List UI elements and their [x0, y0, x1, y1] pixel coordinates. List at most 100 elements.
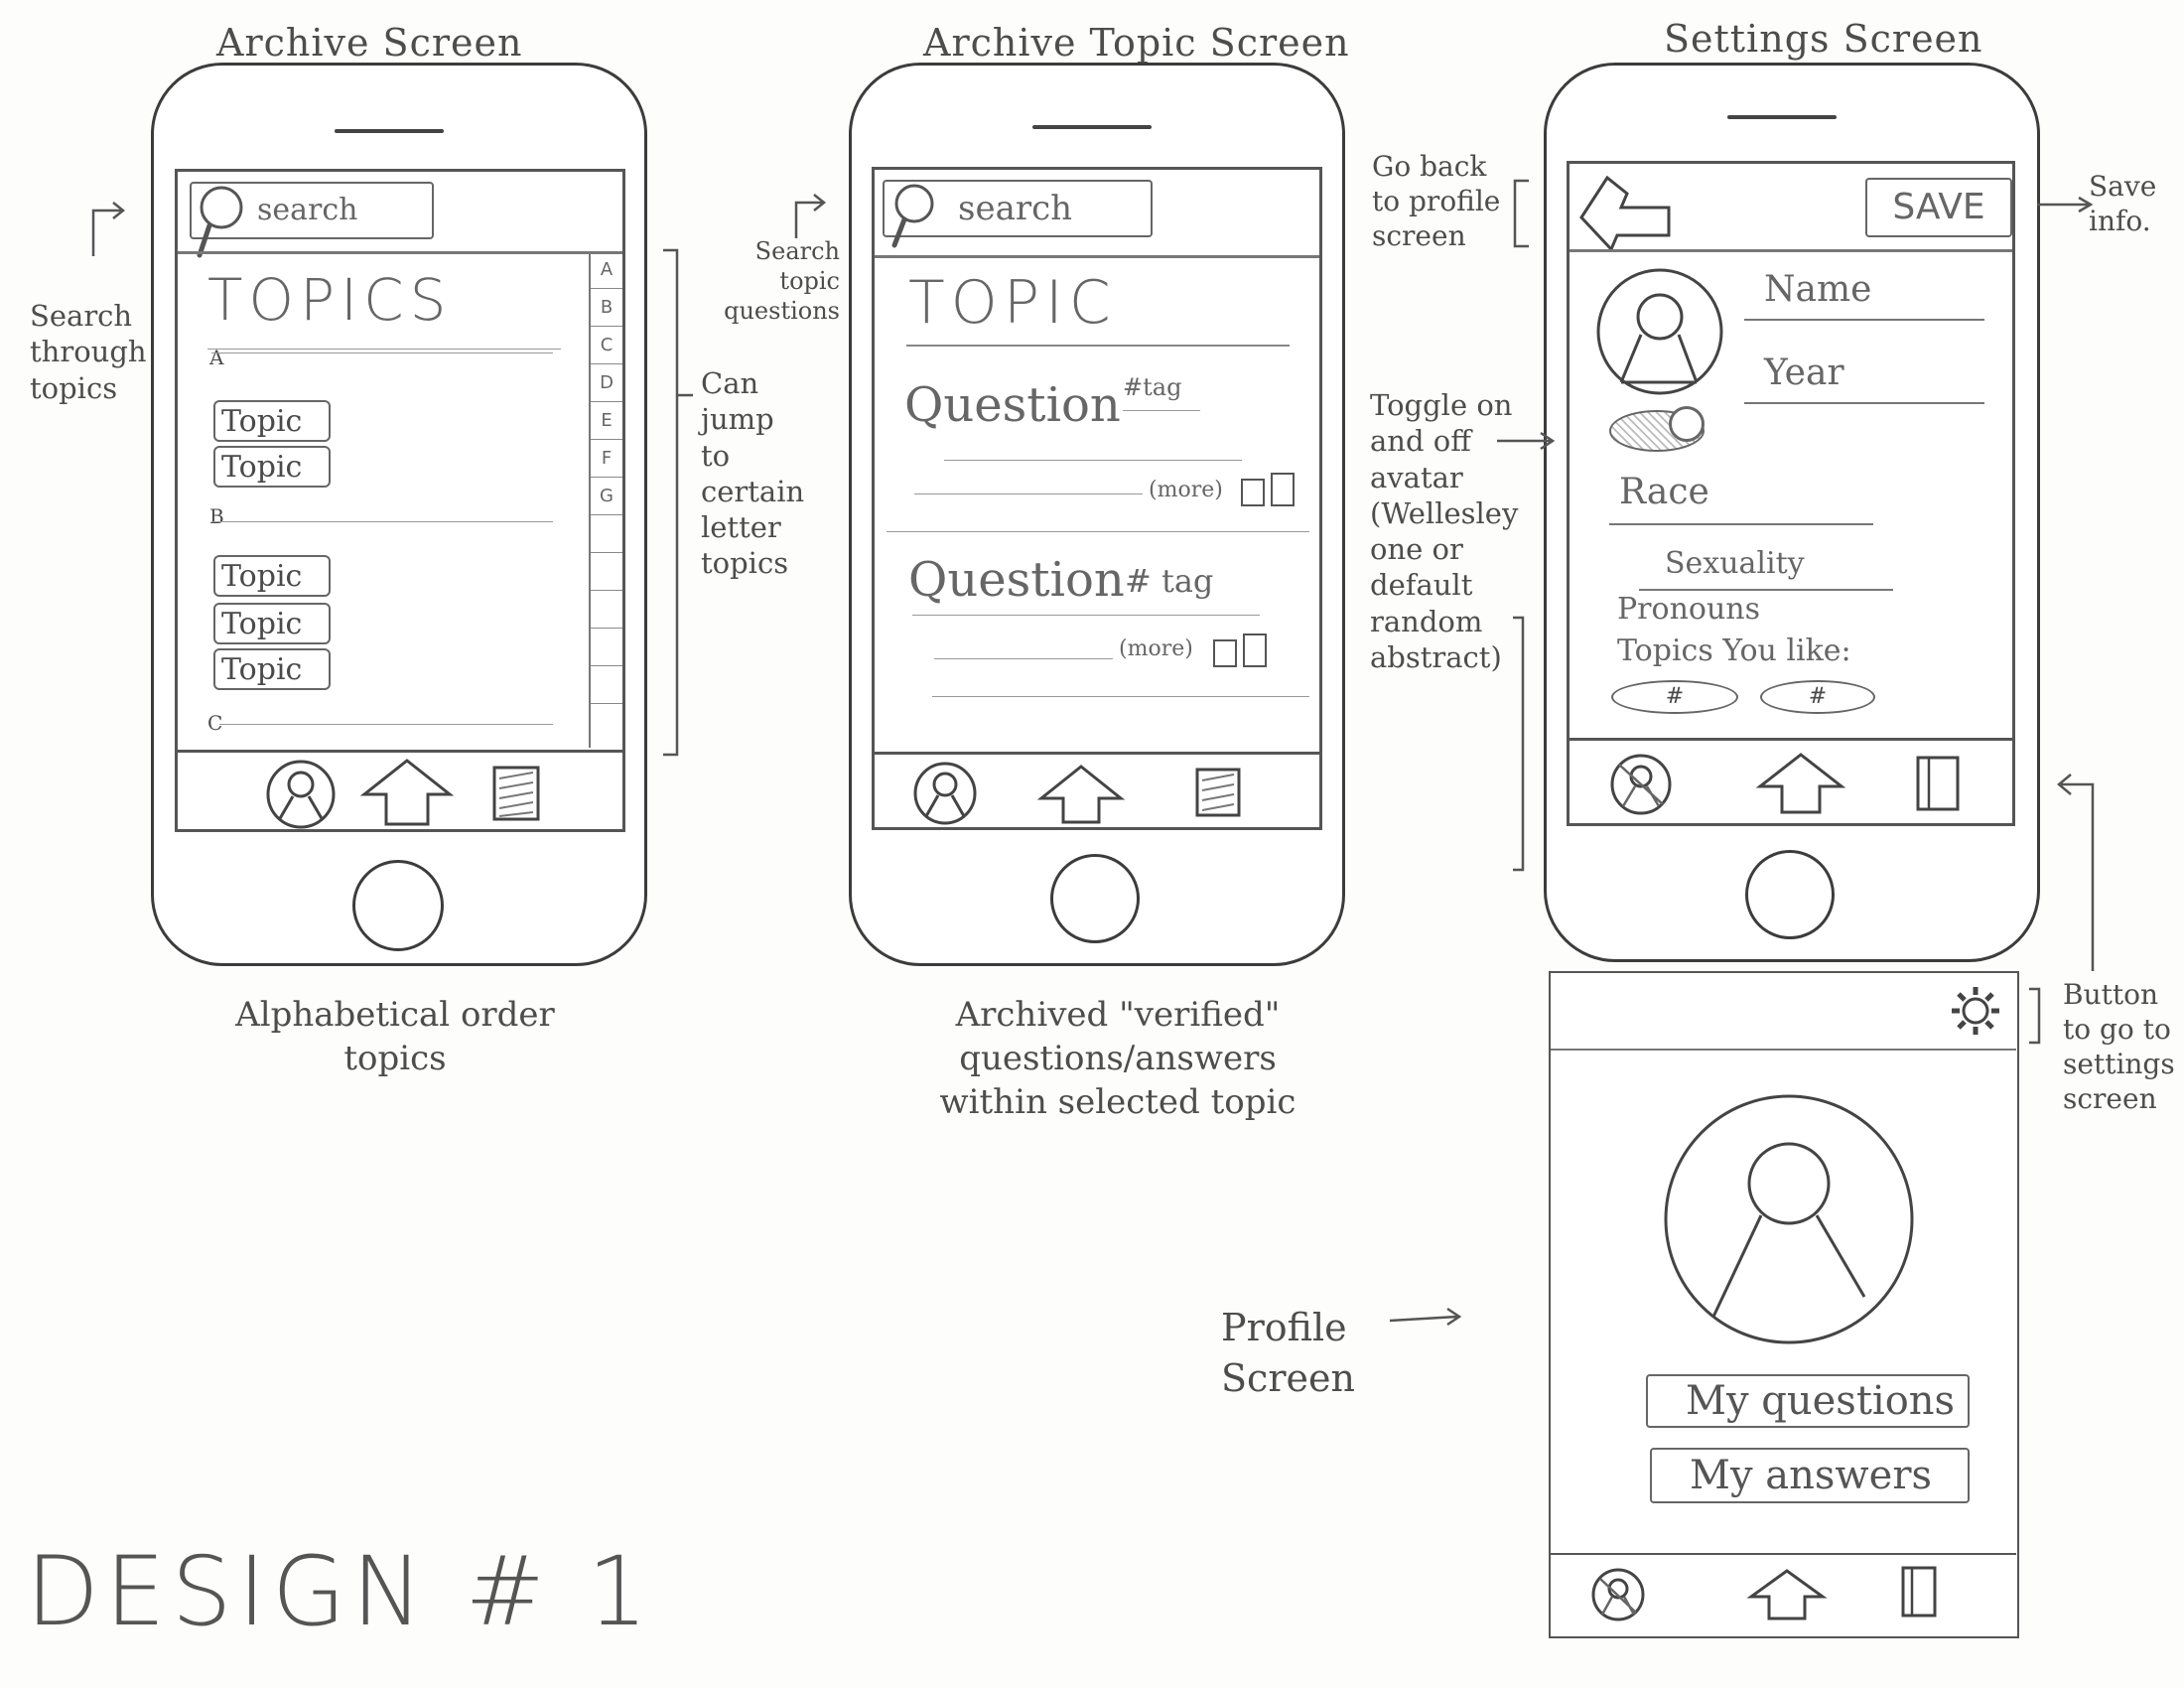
- topics-you-like-label: Topics You like:: [1617, 633, 1851, 668]
- answer-line: [912, 615, 1260, 616]
- alpha-index-item[interactable]: F: [591, 440, 622, 478]
- alpha-index-item[interactable]: [591, 553, 622, 591]
- year-field-line: [1744, 402, 1984, 404]
- speaker-slot: [335, 129, 444, 133]
- pronouns-field[interactable]: Pronouns: [1617, 592, 1760, 628]
- archive-icon[interactable]: [491, 765, 541, 822]
- name-field[interactable]: Name: [1764, 269, 1871, 310]
- search-placeholder: search: [958, 189, 1073, 228]
- question-title[interactable]: Question: [904, 377, 1121, 433]
- topic-heading: TOPIC: [908, 268, 1117, 338]
- search-bar[interactable]: search: [190, 182, 434, 258]
- topic-tag[interactable]: #: [1760, 680, 1875, 714]
- answer-line: [944, 460, 1242, 461]
- bracket-icon: [663, 248, 693, 757]
- home-arrow-icon[interactable]: [1036, 765, 1126, 824]
- home-arrow-icon[interactable]: [1746, 1569, 1828, 1622]
- bottom-nav: [1570, 738, 2012, 823]
- profile-avatar: [1664, 1094, 1914, 1344]
- alpha-index-item[interactable]: E: [591, 402, 622, 440]
- archive-icon[interactable]: [1194, 767, 1244, 820]
- heading-underline: [207, 349, 561, 350]
- year-field[interactable]: Year: [1764, 352, 1844, 393]
- topic-item[interactable]: Topic: [213, 648, 331, 690]
- note-search-through-topics: Search through topics: [30, 299, 147, 405]
- more-link[interactable]: (more): [1149, 478, 1223, 502]
- profile-icon[interactable]: [912, 761, 978, 826]
- section-letter-b: B: [209, 504, 224, 528]
- heading-underline: [906, 345, 1290, 347]
- settings-screen-title: Settings Screen: [1664, 17, 1983, 61]
- archive-icon[interactable]: [1915, 755, 1965, 814]
- profile-icon[interactable]: [1590, 1567, 1646, 1622]
- sexuality-field[interactable]: Sexuality: [1665, 546, 1805, 582]
- answer-line: [932, 696, 1309, 697]
- alpha-index-item[interactable]: B: [591, 289, 622, 327]
- bracket-icon: [1513, 179, 1529, 248]
- question-title[interactable]: Question: [908, 552, 1125, 608]
- alpha-index-item[interactable]: [591, 666, 622, 704]
- thumbs-up-icon[interactable]: [1212, 633, 1272, 668]
- name-field-line: [1744, 319, 1984, 321]
- thumbs-up-icon[interactable]: [1240, 472, 1299, 507]
- home-arrow-icon[interactable]: [1755, 753, 1846, 816]
- arrow-icon: [1389, 1307, 1462, 1327]
- header-divider: [875, 255, 1319, 258]
- header-divider: [1570, 249, 2012, 252]
- alpha-index-item[interactable]: [591, 629, 622, 666]
- arrow-icon: [2057, 774, 2095, 971]
- save-button[interactable]: SAVE: [1865, 178, 2012, 237]
- profile-icon[interactable]: [265, 759, 337, 830]
- header-divider: [1551, 1049, 2016, 1051]
- speaker-slot: [1727, 115, 1837, 119]
- magnifier-icon: [891, 184, 934, 248]
- note-search-topic-questions: Search topic questions: [724, 237, 840, 325]
- alpha-index-item[interactable]: [591, 515, 622, 553]
- profile-icon[interactable]: [1609, 753, 1673, 816]
- back-arrow-icon[interactable]: [1577, 174, 1677, 257]
- home-arrow-icon[interactable]: [359, 759, 455, 828]
- home-button[interactable]: [352, 860, 444, 951]
- my-answers-button[interactable]: My answers: [1650, 1448, 1970, 1503]
- more-link[interactable]: (more): [1119, 636, 1193, 661]
- search-placeholder: search: [257, 193, 358, 227]
- alpha-index-item[interactable]: C: [591, 327, 622, 364]
- topic-item[interactable]: Topic: [213, 603, 331, 644]
- section-letter-a: A: [209, 346, 224, 369]
- avatar[interactable]: [1593, 265, 1726, 398]
- archive-icon[interactable]: [1900, 1565, 1940, 1620]
- archive-topic-screen: search TOPIC Question #tag (more) Questi…: [872, 167, 1322, 830]
- archive-caption: Alphabetical order topics: [235, 995, 555, 1079]
- speaker-slot: [1032, 125, 1152, 129]
- topic-item[interactable]: Topic: [213, 400, 331, 442]
- archive-topic-caption: Archived "verified" questions/answers wi…: [939, 995, 1297, 1123]
- home-button[interactable]: [1745, 850, 1835, 939]
- alpha-index-item[interactable]: D: [591, 364, 622, 402]
- gear-icon[interactable]: [1948, 983, 2003, 1039]
- race-field-line: [1609, 523, 1873, 525]
- bottom-nav: [178, 750, 622, 829]
- note-save-info: Save info.: [2089, 170, 2157, 237]
- settings-screen: SAVE Name Year Race Sexuality Pronouns T…: [1567, 161, 2015, 826]
- arrow-icon: [2037, 196, 2094, 213]
- arrow-icon: [91, 202, 126, 256]
- alpha-index-item[interactable]: A: [591, 251, 622, 289]
- bottom-nav: [1551, 1553, 2016, 1635]
- alphabet-index[interactable]: A B C D E F G: [589, 251, 622, 748]
- section-c-line: [219, 724, 553, 725]
- search-bar[interactable]: search: [883, 180, 1153, 248]
- my-questions-button[interactable]: My questions: [1646, 1374, 1970, 1428]
- race-field[interactable]: Race: [1619, 472, 1709, 512]
- topic-item[interactable]: Topic: [213, 555, 331, 597]
- question-tag[interactable]: # tag: [1125, 563, 1213, 600]
- question-tag[interactable]: #tag: [1123, 373, 1181, 402]
- topic-item[interactable]: Topic: [213, 446, 331, 488]
- topics-heading: TOPICS: [207, 266, 453, 334]
- home-button[interactable]: [1050, 854, 1140, 943]
- alpha-index-item[interactable]: [591, 591, 622, 629]
- topic-tag[interactable]: #: [1611, 680, 1738, 714]
- question-divider: [887, 531, 1309, 532]
- bracket-icon: [1513, 616, 1525, 872]
- alpha-index-item[interactable]: G: [591, 478, 622, 515]
- answer-line: [914, 493, 1143, 494]
